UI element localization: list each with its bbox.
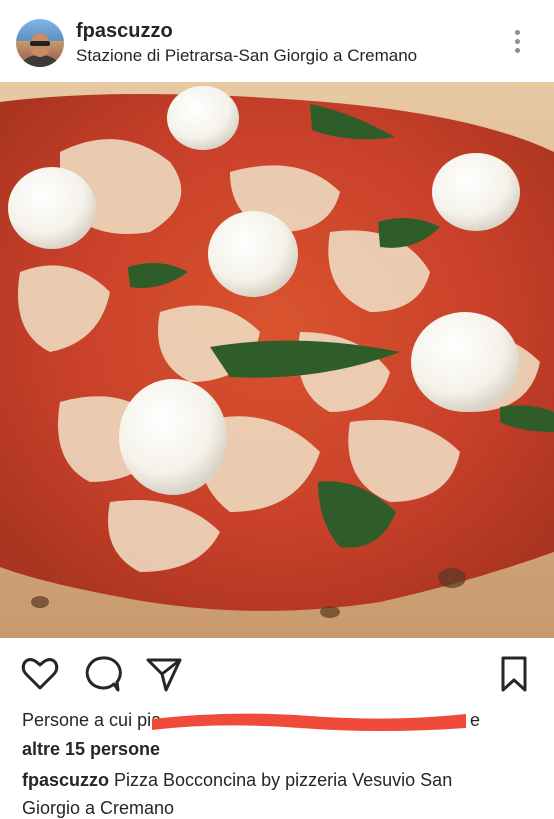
post-location[interactable]: Stazione di Pietrarsa-San Giorgio a Crem… (76, 46, 417, 66)
comment-icon[interactable] (82, 654, 122, 694)
post-username[interactable]: fpascuzzo (76, 20, 173, 43)
likes-line-prefix: Persone a cui pia (22, 710, 162, 730)
paper-plane-icon[interactable] (144, 654, 184, 694)
caption-username[interactable]: fpascuzzo (22, 770, 109, 790)
caption-text-continued: Giorgio a Cremano (22, 798, 175, 818)
redaction-scribble (152, 713, 466, 731)
avatar[interactable] (16, 19, 64, 67)
post-photo[interactable] (0, 82, 554, 638)
more-vertical-icon[interactable] (508, 28, 526, 56)
post-caption: fpascuzzo Pizza Bocconcina by pizzeria V… (22, 770, 452, 791)
likes-line-suffix: e (470, 710, 481, 730)
post-actions (0, 638, 554, 706)
bookmark-icon[interactable] (494, 654, 534, 694)
heart-icon[interactable] (20, 654, 60, 694)
post-header: fpascuzzo Stazione di Pietrarsa-San Gior… (0, 0, 554, 82)
likes-others-link[interactable]: altre 15 persone (22, 739, 160, 760)
caption-text: Pizza Bocconcina by pizzeria Vesuvio San (109, 770, 453, 790)
pizza-image (0, 82, 554, 638)
